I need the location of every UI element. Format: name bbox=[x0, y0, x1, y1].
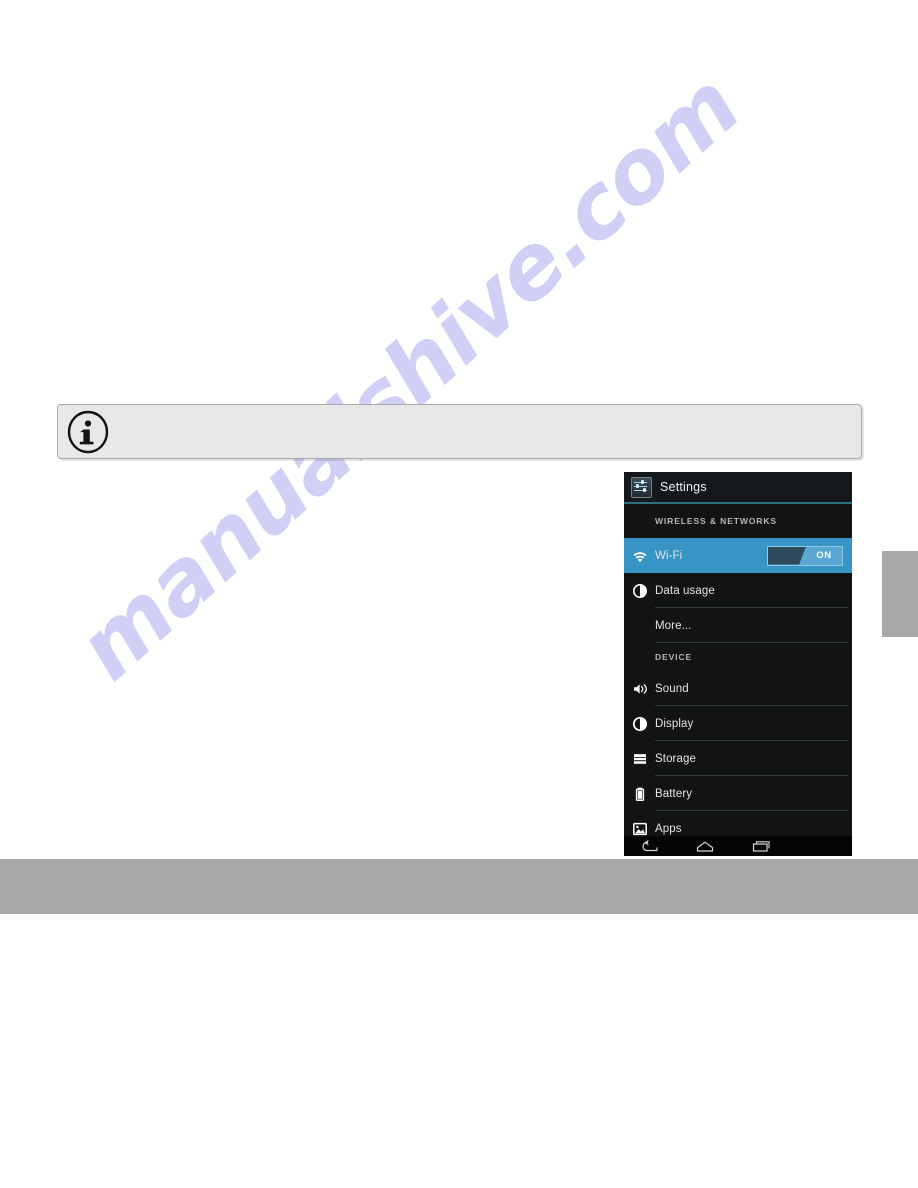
section-header-wireless: WIRELESS & NETWORKS bbox=[655, 516, 777, 526]
wifi-icon bbox=[632, 548, 648, 564]
settings-header: Settings bbox=[624, 472, 852, 504]
android-navigation-bar bbox=[624, 836, 852, 856]
section-header-device: DEVICE bbox=[655, 652, 693, 662]
settings-item-label: Battery bbox=[655, 787, 693, 800]
settings-item-label: Sound bbox=[655, 682, 689, 695]
home-icon[interactable] bbox=[694, 839, 716, 855]
settings-item-sound[interactable]: Sound bbox=[624, 671, 852, 706]
settings-item-data-usage[interactable]: Data usage bbox=[624, 573, 852, 608]
row-divider bbox=[655, 642, 848, 643]
settings-item-label: Storage bbox=[655, 752, 696, 765]
settings-item-apps[interactable]: Apps bbox=[624, 811, 852, 836]
back-icon[interactable] bbox=[638, 839, 660, 855]
toggle-state-label: ON bbox=[816, 550, 832, 561]
footer-band bbox=[0, 859, 918, 914]
settings-item-display[interactable]: Display bbox=[624, 706, 852, 741]
settings-item-battery[interactable]: Battery bbox=[624, 776, 852, 811]
settings-item-wifi[interactable]: Wi-Fi ON bbox=[624, 538, 852, 573]
info-note-box bbox=[57, 404, 862, 459]
recent-apps-icon[interactable] bbox=[750, 839, 772, 855]
settings-sliders-icon bbox=[631, 476, 652, 498]
wifi-toggle-switch[interactable]: ON bbox=[767, 545, 843, 566]
chapter-tab-marker bbox=[882, 551, 918, 637]
battery-icon bbox=[632, 786, 648, 802]
page-title: Settings bbox=[660, 480, 707, 494]
settings-item-storage[interactable]: Storage bbox=[624, 741, 852, 776]
settings-item-more[interactable]: More... bbox=[624, 608, 852, 643]
settings-item-label: Display bbox=[655, 717, 694, 730]
settings-item-label: Data usage bbox=[655, 584, 715, 597]
android-settings-screenshot: Settings WIRELESS & NETWORKS Wi-Fi ON Da… bbox=[624, 472, 852, 856]
settings-item-label: Wi-Fi bbox=[655, 549, 683, 562]
speaker-icon bbox=[632, 681, 648, 697]
settings-list: WIRELESS & NETWORKS Wi-Fi ON Data usage … bbox=[624, 504, 852, 836]
storage-bars-icon bbox=[632, 751, 648, 767]
brightness-icon bbox=[632, 716, 648, 732]
data-usage-pie-icon bbox=[632, 583, 648, 599]
settings-item-label: More... bbox=[655, 619, 692, 632]
settings-item-label: Apps bbox=[655, 822, 682, 835]
apps-image-icon bbox=[632, 821, 648, 837]
info-circle-icon bbox=[66, 410, 110, 454]
toggle-thumb bbox=[768, 546, 806, 565]
